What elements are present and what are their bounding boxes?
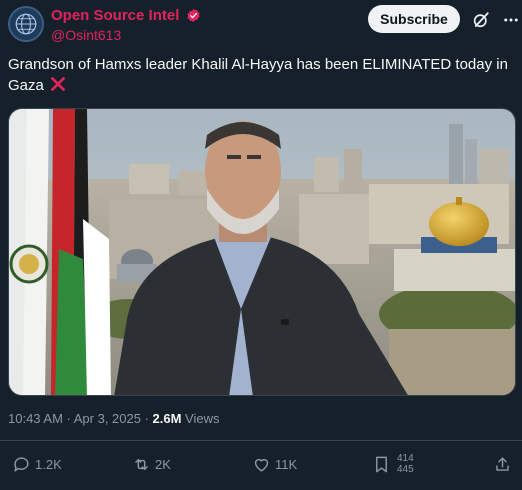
divider (0, 440, 522, 441)
post-text: Grandson of Hamxs leader Khalil Al-Hayya… (8, 54, 516, 96)
post-image[interactable] (8, 108, 516, 396)
bookmark-count-top: 414 (397, 453, 414, 464)
reply-count: 1.2K (35, 456, 62, 472)
post-text-body: Grandson of Hamxs leader Khalil Al-Hayya… (8, 56, 508, 94)
author-handle[interactable]: @Osint613 (51, 27, 201, 43)
more-options-icon[interactable] (502, 11, 520, 29)
bookmark-icon (376, 456, 387, 472)
action-bar: 1.2K 2K 11K 414 445 (0, 448, 522, 480)
subscribe-button[interactable]: Subscribe (368, 5, 460, 33)
avatar[interactable] (8, 6, 44, 42)
globe-icon (10, 8, 42, 40)
like-button[interactable]: 11K (252, 454, 297, 474)
repost-button[interactable]: 2K (132, 454, 171, 474)
bookmark-button[interactable]: 414 445 (372, 450, 414, 478)
timestamp[interactable]: 10:43 AM · Apr 3, 2025 · (8, 411, 153, 426)
post-header: Open Source Intel @Osint613 Subscribe (8, 4, 518, 44)
author-block[interactable]: Open Source Intel @Osint613 (51, 7, 201, 43)
repost-count: 2K (155, 456, 171, 472)
reply-button[interactable]: 1.2K (12, 454, 62, 474)
repost-icon (135, 458, 148, 470)
post-photo (9, 109, 515, 395)
author-name[interactable]: Open Source Intel (51, 7, 179, 24)
verified-badge-icon (187, 9, 200, 23)
views-label: Views (181, 411, 220, 426)
share-icon (496, 456, 509, 471)
bookmark-count: 414 445 (397, 453, 414, 475)
views-count: 2.6M (152, 411, 182, 426)
reply-icon (14, 456, 29, 472)
share-button[interactable] (493, 454, 516, 474)
cross-mark-icon (51, 77, 65, 91)
like-count: 11K (275, 456, 298, 472)
heart-icon (254, 458, 269, 472)
bookmark-count-bottom: 445 (397, 464, 414, 475)
grok-icon[interactable] (472, 11, 490, 29)
post-meta: 10:43 AM · Apr 3, 2025 · 2.6M Views (8, 411, 220, 426)
